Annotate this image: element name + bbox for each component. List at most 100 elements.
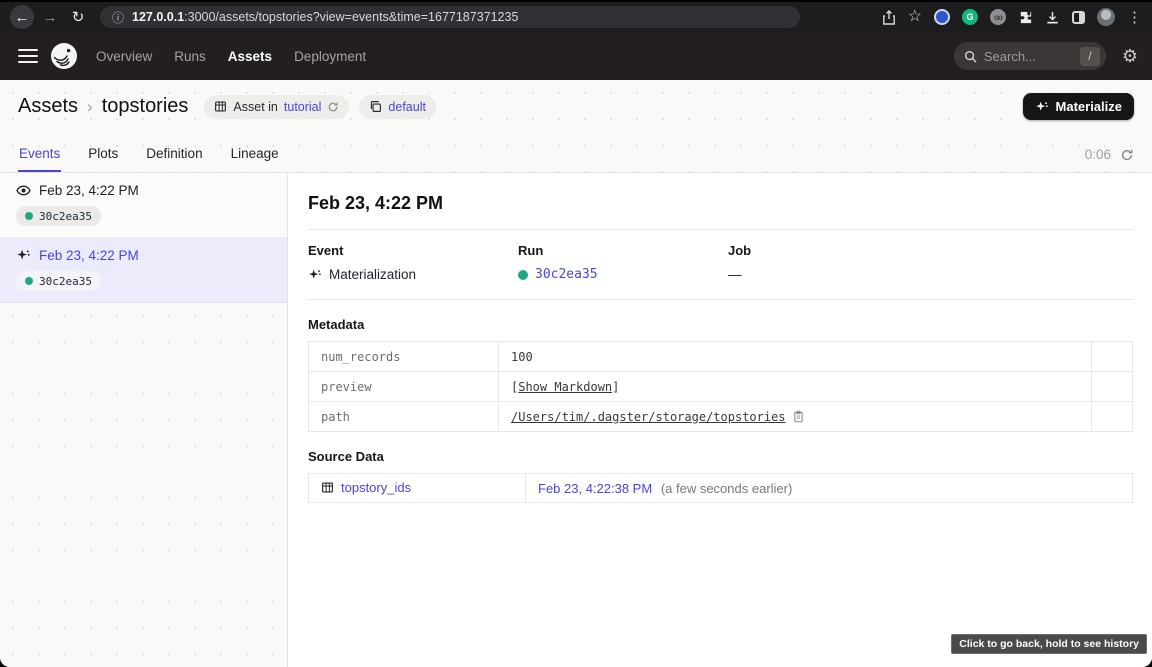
group-link[interactable]: default — [388, 100, 426, 114]
metadata-key: path — [309, 402, 499, 432]
source-time-link[interactable]: Feb 23, 4:22:38 PM — [538, 481, 652, 496]
browser-chrome: ← → ↻ ⓘ 127.0.0.1:3000/assets/topstories… — [0, 0, 1152, 32]
run-success-dot — [25, 212, 33, 220]
url-text: 127.0.0.1:3000/assets/topstories?view=ev… — [132, 10, 518, 24]
path-link[interactable]: /Users/tim/.dagster/storage/topstories — [511, 410, 786, 424]
tab-definition[interactable]: Definition — [145, 136, 203, 172]
job-column: Job — — [728, 243, 938, 282]
site-info-icon[interactable]: ⓘ — [112, 9, 124, 26]
side-panel-icon[interactable] — [1072, 11, 1085, 24]
tutorial-repo-badge[interactable]: Asset in tutorial — [204, 95, 349, 119]
event-list-item-materialization[interactable]: Feb 23, 4:22 PM 30c2ea35 — [0, 238, 287, 303]
search-icon — [964, 50, 977, 63]
event-column-label: Event — [308, 243, 518, 258]
browser-menu-icon[interactable]: ⋮ — [1127, 10, 1142, 25]
metadata-value: 100 — [499, 342, 1092, 372]
hamburger-menu-icon[interactable] — [18, 49, 38, 63]
run-id-badge[interactable]: 30c2ea35 — [16, 206, 101, 226]
asset-header: Assets › topstories Asset in tutorial de… — [0, 80, 1152, 133]
share-icon[interactable] — [882, 10, 896, 25]
group-badge[interactable]: default — [359, 95, 436, 119]
url-path: :3000/assets/topstories?view=events&time… — [184, 10, 518, 24]
event-column: Event Materialization — [308, 243, 518, 282]
job-value: — — [728, 267, 742, 282]
breadcrumb-assets-link[interactable]: Assets — [18, 95, 78, 118]
refresh-icon[interactable] — [1120, 148, 1134, 162]
reload-repo-icon[interactable] — [327, 101, 339, 113]
search-shortcut-key: / — [1080, 47, 1100, 66]
run-column-label: Run — [518, 243, 728, 258]
bookmark-star-icon[interactable]: ☆ — [908, 9, 922, 25]
metadata-value: [Show Markdown] — [499, 372, 1092, 402]
show-markdown-link[interactable]: Show Markdown — [518, 380, 612, 394]
forward-button[interactable]: → — [38, 5, 62, 29]
run-id: 30c2ea35 — [39, 275, 92, 288]
event-list: Feb 23, 4:22 PM 30c2ea35 Feb 23, 4:22 PM… — [0, 173, 288, 667]
table-row: preview [Show Markdown] — [309, 372, 1133, 402]
run-column: Run 30c2ea35 — [518, 243, 728, 282]
source-time-cell: Feb 23, 4:22:38 PM (a few seconds earlie… — [526, 474, 1133, 503]
run-success-dot — [25, 277, 33, 285]
materialization-sparkle-icon — [16, 248, 31, 263]
search-input[interactable] — [984, 49, 1068, 64]
metadata-table: num_records 100 preview [Show Markdown] … — [308, 341, 1133, 432]
event-summary-columns: Event Materialization Run 30c2ea35 Job — — [308, 230, 1133, 299]
breadcrumb-separator: › — [87, 97, 93, 117]
timer-extension-icon[interactable] — [934, 9, 950, 25]
tab-plots[interactable]: Plots — [87, 136, 119, 172]
back-button[interactable]: ← — [10, 5, 34, 29]
tutorial-link[interactable]: tutorial — [284, 100, 322, 114]
navbar-right: / ⚙ — [954, 42, 1138, 70]
robot-extension-icon[interactable]: oo — [990, 9, 1006, 25]
source-asset-link[interactable]: topstory_ids — [321, 480, 411, 495]
app-navbar: Overview Runs Assets Deployment / ⚙ — [0, 32, 1152, 80]
grammarly-extension-icon[interactable]: G — [962, 9, 978, 25]
metadata-key: num_records — [309, 342, 499, 372]
table-row: num_records 100 — [309, 342, 1133, 372]
event-type-value: Materialization — [329, 267, 416, 282]
breadcrumb: Assets › topstories — [18, 95, 188, 118]
auto-refresh-timer: 0:06 — [1085, 147, 1134, 172]
source-asset-cell: topstory_ids — [309, 474, 526, 503]
dagster-logo[interactable] — [50, 42, 78, 70]
table-row: topstory_ids Feb 23, 4:22:38 PM (a few s… — [309, 474, 1133, 503]
page-title: topstories — [102, 95, 189, 118]
asset-grid-icon — [321, 481, 334, 494]
timer-countdown: 0:06 — [1085, 147, 1111, 162]
metadata-value: /Users/tim/.dagster/storage/topstories — [499, 402, 1092, 432]
tab-lineage[interactable]: Lineage — [230, 136, 280, 172]
copy-to-clipboard-icon[interactable] — [792, 410, 805, 423]
badge-prefix: Asset in — [233, 100, 277, 114]
search-box[interactable]: / — [954, 42, 1106, 70]
tab-events[interactable]: Events — [18, 136, 61, 172]
job-column-label: Job — [728, 243, 938, 258]
run-success-dot — [518, 270, 528, 280]
address-bar[interactable]: ⓘ 127.0.0.1:3000/assets/topstories?view=… — [100, 6, 800, 28]
observation-eye-icon — [16, 183, 31, 198]
metadata-actions-cell — [1092, 372, 1133, 402]
browser-window: ← → ↻ ⓘ 127.0.0.1:3000/assets/topstories… — [0, 0, 1152, 667]
event-timestamp: Feb 23, 4:22 PM — [39, 183, 139, 198]
metadata-actions-cell — [1092, 342, 1133, 372]
materialize-sparkle-icon — [1035, 100, 1049, 114]
downloads-icon[interactable] — [1045, 10, 1060, 25]
nav-item-runs[interactable]: Runs — [174, 49, 206, 64]
reload-button[interactable]: ↻ — [66, 5, 90, 29]
asset-tabs: Events Plots Definition Lineage 0:06 — [0, 133, 1152, 172]
profile-avatar[interactable] — [1097, 8, 1115, 26]
nav-item-overview[interactable]: Overview — [96, 49, 152, 64]
extensions-puzzle-icon[interactable] — [1018, 10, 1033, 25]
event-detail-title: Feb 23, 4:22 PM — [308, 193, 1133, 214]
run-id: 30c2ea35 — [39, 210, 92, 223]
run-id-badge[interactable]: 30c2ea35 — [16, 271, 101, 291]
primary-nav: Overview Runs Assets Deployment — [96, 49, 366, 64]
event-list-item-observation[interactable]: Feb 23, 4:22 PM 30c2ea35 — [0, 173, 287, 238]
url-host: 127.0.0.1 — [132, 10, 184, 24]
nav-item-deployment[interactable]: Deployment — [294, 49, 366, 64]
run-id-link[interactable]: 30c2ea35 — [535, 267, 598, 282]
event-timestamp: Feb 23, 4:22 PM — [39, 248, 139, 263]
materialize-button[interactable]: Materialize — [1023, 93, 1134, 120]
source-time-note: (a few seconds earlier) — [661, 481, 793, 496]
settings-gear-icon[interactable]: ⚙ — [1122, 47, 1138, 65]
nav-item-assets[interactable]: Assets — [228, 49, 272, 64]
